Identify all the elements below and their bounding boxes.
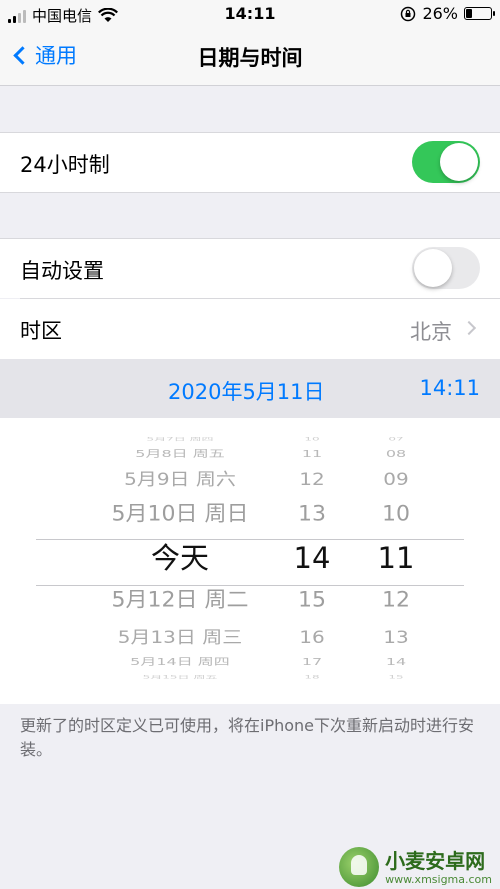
watermark: 小麦安卓网 www.xmsigma.com: [339, 847, 492, 887]
cell-24-hour-label: 24小时制: [20, 153, 110, 177]
picker-min-cell: 11: [377, 541, 415, 575]
battery-level: [466, 9, 473, 18]
page-title: 日期与时间: [197, 46, 303, 70]
picker-date-cell: 5月10日 周日: [111, 502, 249, 527]
picker-hour-cell: 11: [301, 447, 323, 459]
cell-time-zone-label: 时区: [20, 319, 62, 343]
time-zone-value: 北京: [410, 320, 452, 344]
picker-hour-cell: 12: [299, 468, 325, 489]
toggle-knob: [414, 249, 452, 287]
picker-hour-cell: 13: [298, 502, 326, 527]
picker-date-cell: 5月9日 周六: [124, 468, 236, 489]
picker-date-cell: 5月15日 周五: [142, 674, 218, 680]
picker-hour-cell: 18: [304, 674, 320, 680]
picker-row[interactable]: 5月13日 周三 16 13: [0, 622, 500, 653]
status-right: 26%: [400, 4, 495, 23]
orientation-lock-icon: [401, 6, 416, 21]
selected-time[interactable]: 14:11: [419, 376, 480, 400]
battery-icon: [464, 7, 495, 20]
watermark-name: 小麦安卓网: [385, 848, 486, 873]
divider: [0, 192, 500, 193]
picker-row[interactable]: 5月15日 周五 18 15: [0, 670, 500, 683]
picker-date-cell: 5月13日 周三: [117, 626, 243, 648]
picker-row[interactable]: 5月10日 周日 13 10: [0, 498, 500, 532]
picker-date-cell: 5月12日 周二: [111, 588, 249, 613]
picker-row[interactable]: 5月9日 周六 12 09: [0, 463, 500, 494]
footer-note: 更新了的时区定义已可使用，将在iPhone下次重新启动时进行安装。: [20, 716, 475, 759]
toggle-auto-set[interactable]: [412, 247, 480, 289]
status-bar: 中国电信 14:11 26%: [0, 0, 500, 28]
cell-auto-set: 自动设置: [0, 239, 500, 298]
picker-hour-cell: 15: [298, 588, 326, 613]
picker-row[interactable]: 5月12日 周二 15 12: [0, 584, 500, 618]
picker-hour-cell: 14: [293, 541, 331, 575]
picker-min-cell: 13: [383, 626, 409, 648]
date-time-summary: 2020年5月11日 14:11: [0, 359, 500, 418]
toggle-24-hour[interactable]: [412, 141, 480, 183]
picker-row[interactable]: 5月8日 周五 11 08: [0, 443, 500, 465]
picker-min-cell: 09: [383, 468, 409, 489]
picker-min-cell: 15: [388, 674, 404, 680]
navigation-bar: 通用 日期与时间: [0, 28, 500, 86]
battery-percent: 26%: [422, 4, 458, 23]
cell-auto-set-label: 自动设置: [20, 259, 104, 283]
watermark-url: www.xmsigma.com: [385, 872, 492, 886]
watermark-text: 小麦安卓网 www.xmsigma.com: [385, 849, 492, 886]
picker-date-cell: 今天: [150, 541, 209, 575]
picker-min-cell: 08: [385, 447, 407, 459]
cell-24-hour: 24小时制: [0, 133, 500, 192]
toggle-knob: [440, 143, 478, 181]
cell-time-zone[interactable]: 时区 北京: [0, 299, 500, 359]
picker-min-cell: 10: [382, 502, 410, 527]
picker-hour-cell: 16: [299, 626, 325, 648]
chevron-right-icon: [461, 320, 477, 336]
watermark-logo-icon: [339, 847, 380, 887]
picker-min-cell: 12: [382, 588, 410, 613]
picker-date-cell: 5月8日 周五: [135, 447, 225, 459]
date-time-picker[interactable]: 5月7日 周四 10 07 5月8日 周五 11 08 5月9日 周六 12 09 5月10日 周…: [0, 418, 500, 704]
picker-row-selected[interactable]: 今天 14 11: [0, 540, 500, 576]
selected-date[interactable]: 2020年5月11日: [168, 376, 325, 406]
